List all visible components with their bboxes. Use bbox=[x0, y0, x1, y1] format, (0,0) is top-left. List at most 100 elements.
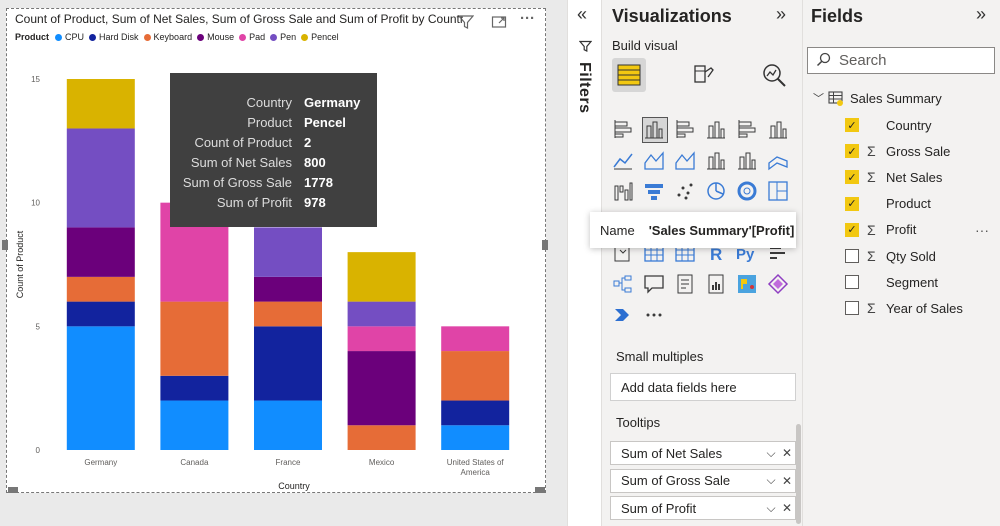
stacked-area-chart-icon[interactable] bbox=[674, 149, 698, 173]
filters-label[interactable]: Filters bbox=[575, 62, 593, 114]
field-checkbox[interactable]: ✓ bbox=[845, 170, 859, 185]
more-visuals-icon[interactable] bbox=[643, 304, 667, 328]
bar-segment-hard-disk[interactable] bbox=[441, 400, 510, 426]
stacked-bar-chart-icon[interactable] bbox=[612, 118, 636, 142]
bar-segment-cpu[interactable] bbox=[441, 425, 510, 450]
bar-segment-cpu[interactable] bbox=[160, 400, 229, 450]
donut-chart-icon[interactable] bbox=[736, 180, 760, 204]
chevron-down-icon[interactable]: ﹀ bbox=[813, 90, 824, 106]
small-multiples-well[interactable]: Add data fields here bbox=[610, 373, 796, 401]
field-checkbox[interactable]: ✓ bbox=[845, 118, 859, 132]
line-clustered-column-chart-icon[interactable] bbox=[736, 149, 760, 173]
fields-pane: Fields » Search ﹀ Sales Summary ✓ΣCountr… bbox=[803, 0, 1000, 526]
filters-pane-collapsed[interactable]: « Filters bbox=[567, 0, 602, 526]
visualizations-scrollbar[interactable] bbox=[796, 424, 801, 524]
chevron-down-icon[interactable]: ⌵ bbox=[763, 473, 779, 488]
qa-visual-icon[interactable] bbox=[643, 273, 667, 297]
data-tooltip: Country Germany Product Pencel Count of Prod… bbox=[170, 73, 377, 227]
expand-right-icon[interactable]: » bbox=[976, 4, 986, 25]
field-item-country[interactable]: ✓ΣCountry bbox=[845, 115, 932, 135]
expand-right-icon[interactable]: » bbox=[776, 4, 786, 25]
bar-segment-mouse[interactable] bbox=[66, 227, 135, 277]
analytics-tab[interactable] bbox=[757, 58, 791, 92]
tooltip-value: Pencel bbox=[304, 114, 346, 130]
x-tick-label: Mexico bbox=[369, 458, 395, 467]
area-chart-icon[interactable] bbox=[643, 149, 667, 173]
bar-segment-mouse[interactable] bbox=[347, 351, 416, 426]
field-item-year-of-sales[interactable]: Σ Year of Sales bbox=[845, 298, 963, 318]
field-item-qty-sold[interactable]: Σ Qty Sold bbox=[845, 246, 936, 266]
bar-segment-pen[interactable] bbox=[347, 301, 416, 327]
treemap-icon[interactable] bbox=[767, 180, 791, 204]
chevron-down-icon[interactable]: ⌵ bbox=[763, 501, 779, 516]
field-label: Product bbox=[886, 196, 931, 212]
field-item-segment[interactable]: ΣSegment bbox=[845, 272, 938, 292]
100-stacked-bar-chart-icon[interactable] bbox=[736, 118, 760, 142]
format-visual-tab[interactable] bbox=[686, 58, 720, 92]
clustered-column-chart-icon[interactable] bbox=[705, 118, 729, 142]
field-checkbox[interactable] bbox=[845, 301, 859, 316]
field-item-gross-sale[interactable]: ✓ Σ Gross Sale bbox=[845, 141, 950, 161]
bar-segment-keyboard[interactable] bbox=[66, 276, 135, 302]
bar-segment-pencel[interactable] bbox=[347, 252, 416, 302]
resize-handle-right[interactable] bbox=[542, 240, 548, 250]
waterfall-chart-icon[interactable] bbox=[612, 180, 636, 204]
stacked-column-chart-visual[interactable]: Count of Product, Sum of Net Sales, Sum … bbox=[6, 8, 546, 493]
resize-handle-left[interactable] bbox=[2, 240, 8, 250]
bar-segment-hard-disk[interactable] bbox=[254, 326, 322, 401]
bar-segment-hard-disk[interactable] bbox=[66, 301, 135, 327]
bar-segment-pen[interactable] bbox=[254, 227, 322, 277]
bar-segment-pen[interactable] bbox=[66, 128, 135, 228]
bar-segment-pad[interactable] bbox=[441, 326, 510, 352]
bar-segment-keyboard[interactable] bbox=[441, 351, 510, 401]
bar-segment-cpu[interactable] bbox=[66, 326, 135, 450]
decomposition-tree-icon[interactable] bbox=[612, 273, 636, 297]
tooltip-field-well[interactable]: Sum of Profit ⌵ ✕ bbox=[610, 496, 796, 520]
clustered-bar-chart-icon[interactable] bbox=[674, 118, 698, 142]
bar-segment-pencel[interactable] bbox=[66, 79, 135, 129]
remove-field-icon[interactable]: ✕ bbox=[779, 474, 795, 488]
field-more-options-icon[interactable]: ··· bbox=[975, 222, 989, 238]
chevron-down-icon[interactable]: ⌵ bbox=[763, 446, 779, 461]
field-checkbox[interactable]: ✓ bbox=[845, 222, 859, 237]
smart-narrative-icon[interactable] bbox=[674, 273, 698, 297]
field-item-net-sales[interactable]: ✓ Σ Net Sales bbox=[845, 167, 942, 187]
power-automate-icon[interactable] bbox=[612, 304, 636, 328]
tooltip-field-well[interactable]: Sum of Gross Sale ⌵ ✕ bbox=[610, 468, 796, 493]
field-checkbox[interactable]: ✓ bbox=[845, 144, 859, 159]
bar-segment-cpu[interactable] bbox=[254, 400, 322, 450]
ribbon-chart-icon[interactable] bbox=[767, 149, 791, 173]
field-item-product[interactable]: ✓ΣProduct bbox=[845, 194, 931, 214]
funnel-chart-icon[interactable] bbox=[643, 180, 667, 204]
field-checkbox[interactable] bbox=[845, 249, 859, 263]
remove-field-icon[interactable]: ✕ bbox=[779, 446, 795, 460]
100-stacked-column-chart-icon[interactable] bbox=[767, 118, 791, 142]
tooltip-field-label: Sum of Gross Sale bbox=[621, 473, 731, 488]
paginated-report-icon[interactable] bbox=[705, 273, 729, 297]
resize-handle-bottom-left[interactable] bbox=[8, 487, 18, 493]
bar-segment-keyboard[interactable] bbox=[347, 425, 416, 450]
fields-search-input[interactable]: Search bbox=[807, 47, 995, 74]
field-checkbox[interactable]: ✓ bbox=[845, 196, 859, 211]
stacked-column-chart-icon[interactable] bbox=[642, 117, 668, 143]
line-stacked-column-chart-icon[interactable] bbox=[705, 149, 729, 173]
azure-map-icon[interactable] bbox=[736, 273, 760, 297]
line-chart-icon[interactable] bbox=[612, 149, 636, 173]
bar-segment-keyboard[interactable] bbox=[160, 301, 229, 376]
bar-segment-mouse[interactable] bbox=[254, 276, 322, 302]
scatter-chart-icon[interactable] bbox=[674, 180, 698, 204]
power-apps-icon[interactable] bbox=[767, 273, 791, 297]
bar-segment-pad[interactable] bbox=[347, 326, 416, 352]
bar-segment-keyboard[interactable] bbox=[254, 301, 322, 327]
field-checkbox[interactable] bbox=[845, 275, 859, 290]
resize-handle-bottom-right[interactable] bbox=[535, 487, 545, 493]
collapse-left-icon[interactable]: « bbox=[577, 4, 587, 25]
table-node-sales-summary[interactable]: ﹀ Sales Summary bbox=[813, 90, 942, 106]
bar-segment-hard-disk[interactable] bbox=[160, 375, 229, 401]
build-visual-tab[interactable] bbox=[612, 58, 646, 92]
remove-field-icon[interactable]: ✕ bbox=[779, 501, 795, 515]
tooltip-field-well[interactable]: Sum of Net Sales ⌵ ✕ bbox=[610, 441, 796, 465]
pie-chart-icon[interactable] bbox=[705, 180, 729, 204]
tooltip-key: Product bbox=[247, 114, 292, 130]
field-item-profit[interactable]: ✓ Σ Profit bbox=[845, 220, 916, 240]
